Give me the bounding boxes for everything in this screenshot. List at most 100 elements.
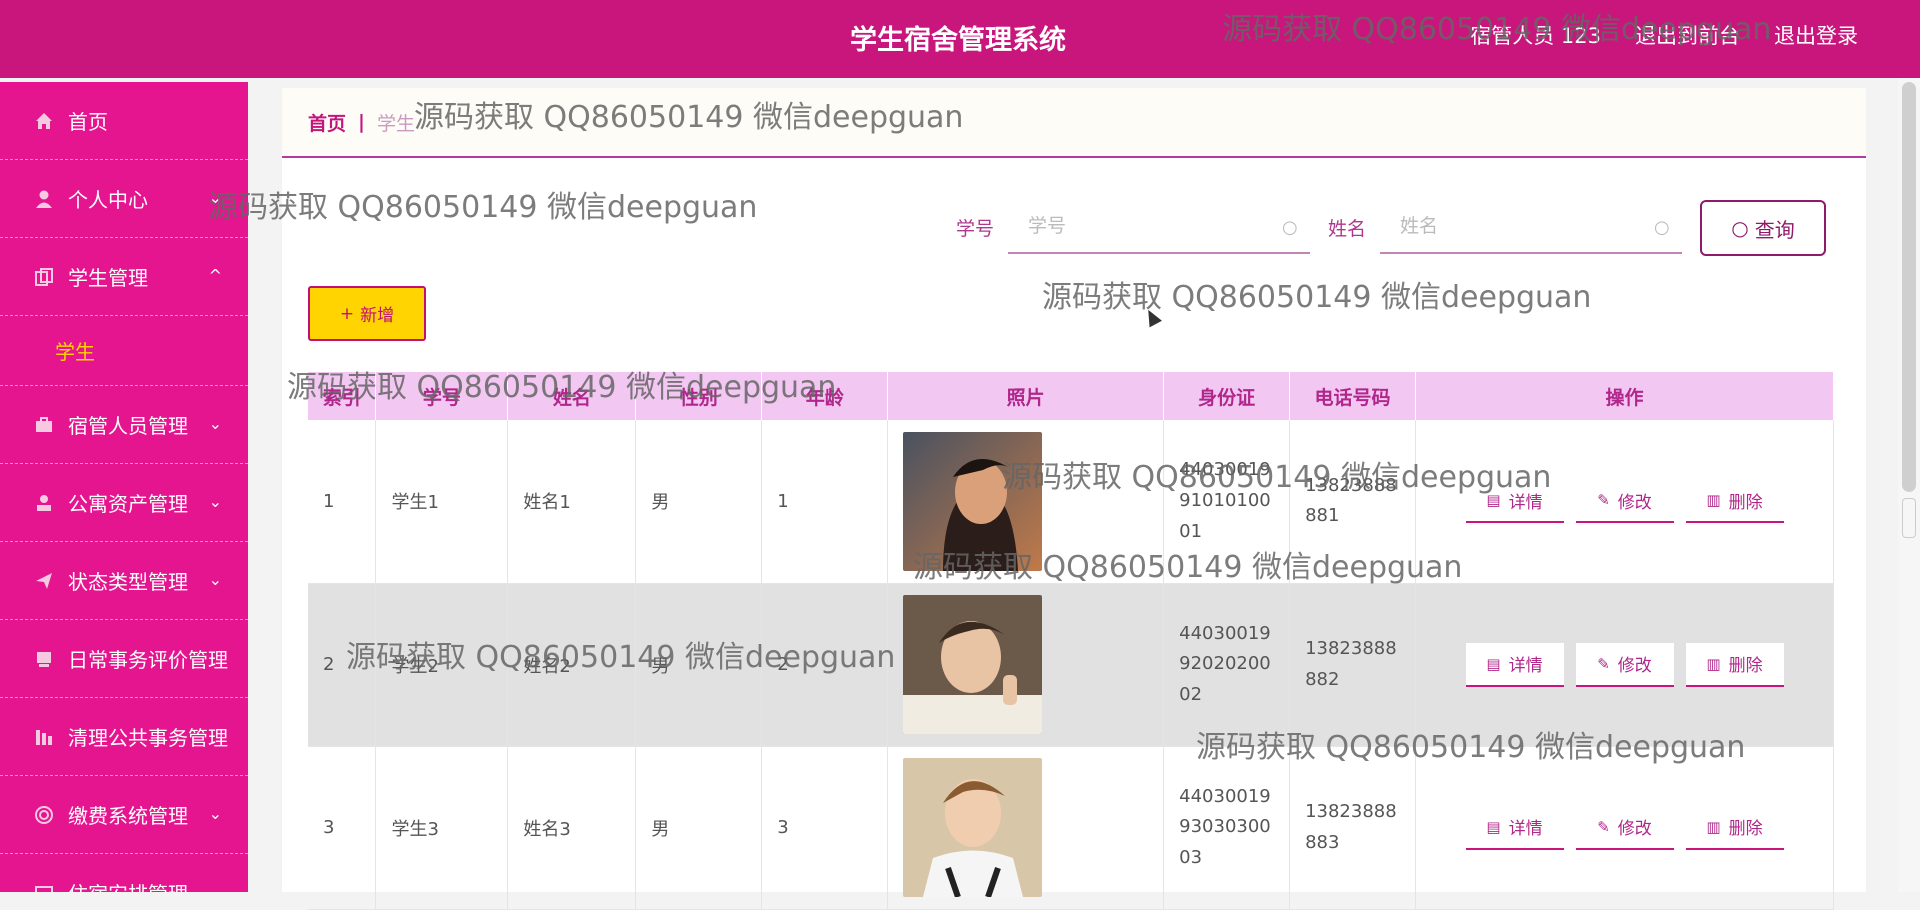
edit-button[interactable]: ✎ 修改: [1575, 805, 1674, 850]
student-photo: [903, 431, 1043, 571]
add-button-label: 新增: [360, 306, 395, 326]
cell-age: 1: [761, 420, 889, 584]
header-links: 宿管人员 123 退出到前台 退出登录: [1470, 20, 1858, 50]
home-icon: [34, 111, 54, 131]
detail-label: 详情: [1508, 656, 1543, 676]
sidebar-item-apartment-assets[interactable]: 公寓资产管理 ⌄: [0, 464, 248, 542]
column-header-actions: 操作: [1415, 372, 1834, 420]
edit-label: 修改: [1617, 656, 1652, 676]
column-header-index: 索引: [308, 372, 377, 420]
cell-phone: 13823888882: [1289, 583, 1417, 747]
page-scrollbar[interactable]: [1898, 78, 1920, 892]
edit-button[interactable]: ✎ 修改: [1575, 642, 1674, 687]
detail-label: 详情: [1508, 819, 1543, 839]
sidebar-item-public-cleaning[interactable]: 清理公共事务管理: [0, 698, 248, 776]
name-search: 姓名 ○: [1328, 200, 1698, 254]
sidebar-item-dorm-staff[interactable]: 宿管人员管理 ⌄: [0, 386, 248, 464]
column-header-phone: 电话号码: [1289, 372, 1417, 420]
tag-icon: [34, 649, 54, 669]
edit-label: 修改: [1617, 492, 1652, 513]
cell-actions: ▤ 详情 ✎ 修改 ▥ 删除: [1415, 583, 1834, 747]
sidebar-item-payment-system[interactable]: 缴费系统管理 ⌄: [0, 776, 248, 854]
sidebar-item-student-management[interactable]: 学生管理 ^: [0, 238, 248, 316]
logout-link[interactable]: 退出登录: [1774, 20, 1858, 50]
edit-button[interactable]: ✎ 修改: [1575, 479, 1674, 524]
table-row: 2 学生2 姓名2 男 2 440300199202020002 1382388…: [308, 583, 1834, 747]
chart-icon: [34, 727, 54, 747]
chevron-down-icon: ⌄: [208, 804, 222, 823]
sidebar-subitem-student[interactable]: 学生: [0, 316, 248, 386]
table-row: 3 学生3 姓名3 男 3 440300199303030003 1382388…: [308, 746, 1834, 910]
top-bar: 学生宿舍管理系统 宿管人员 123 退出到前台 退出登录: [0, 0, 1920, 78]
detail-button[interactable]: ▤ 详情: [1465, 642, 1564, 687]
cell-student-no: 学生2: [375, 583, 509, 747]
delete-button[interactable]: ▥ 删除: [1685, 479, 1784, 524]
cell-index: 1: [308, 420, 377, 584]
cell-student-no: 学生3: [375, 746, 509, 910]
back-to-front-link[interactable]: 退出到前台: [1635, 20, 1740, 50]
student-no-search: 学号 ○: [956, 200, 1326, 254]
sidebar-item-status-types[interactable]: 状态类型管理 ⌄: [0, 542, 248, 620]
cell-phone: 13823888881: [1289, 420, 1417, 584]
sidebar-item-label: 清理公共事务管理: [68, 726, 228, 750]
detail-button[interactable]: ▤ 详情: [1465, 479, 1564, 524]
delete-button[interactable]: ▥ 删除: [1685, 805, 1784, 850]
chevron-down-icon: ⌄: [208, 414, 222, 433]
search-icon: ○: [1654, 216, 1670, 238]
sidebar-item-label: 首页: [68, 110, 108, 134]
breadcrumb-current: 学生: [376, 112, 415, 135]
search-icon: ○: [1731, 216, 1749, 240]
name-label: 姓名: [1328, 217, 1367, 240]
cell-age: 2: [761, 583, 889, 747]
cell-actions: ▤ 详情 ✎ 修改 ▥ 删除: [1415, 746, 1834, 910]
trash-icon: ▥: [1706, 817, 1721, 836]
query-button-label: 查询: [1754, 217, 1795, 242]
scrollbar-handle[interactable]: [1902, 498, 1916, 538]
chevron-up-icon: ^: [208, 266, 222, 285]
document-icon: ▤: [1486, 654, 1501, 673]
cell-gender: 男: [635, 583, 763, 747]
cell-gender: 男: [635, 746, 763, 910]
breadcrumb-home[interactable]: 首页: [308, 109, 346, 136]
pencil-icon: ✎: [1597, 817, 1610, 836]
sidebar-item-daily-evaluation[interactable]: 日常事务评价管理: [0, 620, 248, 698]
cell-photo: [887, 420, 1165, 584]
document-icon: ▤: [1486, 817, 1501, 836]
person-icon: [34, 493, 54, 513]
column-header-gender: 性别: [635, 372, 763, 420]
cell-index: 2: [308, 583, 377, 747]
sidebar-item-personal[interactable]: 个人中心 ⌄: [0, 160, 248, 238]
detail-button[interactable]: ▤ 详情: [1465, 805, 1564, 850]
cell-name: 姓名3: [507, 746, 637, 910]
cell-id-card: 440300199202020002: [1163, 583, 1291, 747]
column-header-student-no: 学号: [375, 372, 509, 420]
search-icon: ○: [1282, 216, 1298, 238]
sidebar-item-home[interactable]: 首页: [0, 82, 248, 160]
query-button[interactable]: ○ 查询: [1700, 200, 1826, 256]
cell-id-card: 440300199101010001: [1163, 420, 1291, 584]
breadcrumb: 首页 | 学生: [282, 88, 1866, 158]
sidebar-item-label: 住宿安排管理: [68, 878, 188, 892]
delete-button[interactable]: ▥ 删除: [1685, 642, 1784, 687]
sidebar: 首页 个人中心 ⌄ 学生管理 ^ 学生 宿管人员管理 ⌄ 公寓资产管理 ⌄ 状态…: [0, 82, 248, 892]
scrollbar-thumb[interactable]: [1902, 82, 1916, 492]
cell-photo: [887, 746, 1165, 910]
trash-icon: ▥: [1706, 654, 1721, 673]
name-input[interactable]: [1380, 200, 1683, 254]
detail-label: 详情: [1508, 492, 1543, 513]
pencil-icon: ✎: [1597, 491, 1610, 510]
sidebar-item-label: 日常事务评价管理: [68, 648, 228, 672]
student-no-input[interactable]: [1008, 200, 1311, 254]
cell-name: 姓名1: [507, 420, 637, 584]
document-icon: ▤: [1486, 491, 1501, 510]
user-icon: [34, 189, 54, 209]
column-header-photo: 照片: [887, 372, 1165, 420]
add-button[interactable]: + 新增: [308, 286, 426, 341]
main-content: 首页 | 学生 学号 ○ 姓名 ○ ○ 查询 + 新增 索引 学号 姓名 性别 …: [282, 88, 1866, 910]
column-header-id-card: 身份证: [1163, 372, 1291, 420]
student-table: 索引 学号 姓名 性别 年龄 照片 身份证 电话号码 操作 1 学生1 姓名1 …: [308, 372, 1834, 910]
student-photo: [903, 595, 1043, 734]
sidebar-item-housing-arrangement[interactable]: 住宿安排管理 ⌄: [0, 854, 248, 892]
box-icon: [34, 883, 54, 892]
plus-icon: +: [339, 303, 355, 324]
